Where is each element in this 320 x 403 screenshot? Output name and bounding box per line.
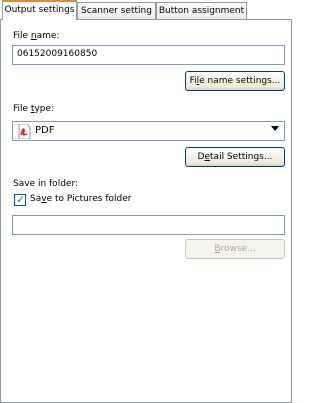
file-type-value: PDF — [35, 125, 55, 136]
save-in-folder-label: Save in folder: — [13, 179, 79, 189]
file-type-label: File type: — [13, 104, 55, 114]
tab-scanner-setting[interactable]: Scanner setting — [77, 2, 156, 19]
tab-output-settings[interactable]: Output settings — [2, 0, 77, 20]
detail-settings-button[interactable]: Detail Settings... — [185, 147, 285, 167]
file-name-settings-button[interactable]: File name settings... — [185, 71, 285, 91]
chevron-down-icon[interactable] — [271, 126, 279, 131]
checkmark-icon: ✓ — [16, 193, 26, 206]
file-type-select[interactable]: PDF — [12, 121, 285, 141]
output-settings-panel: File name: 06152009160850 File name sett… — [0, 19, 292, 403]
browse-button[interactable]: Browse... — [185, 239, 285, 259]
file-name-label: File name: — [13, 31, 60, 41]
tab-strip: Output settings Scanner setting Button a… — [0, 0, 292, 20]
save-to-pictures-label[interactable]: Save to Pictures folder — [30, 194, 131, 204]
save-to-pictures-checkbox[interactable]: ✓ — [14, 193, 26, 206]
pdf-icon — [18, 124, 31, 139]
save-folder-path-input[interactable] — [12, 215, 285, 235]
file-name-input[interactable]: 06152009160850 — [12, 45, 285, 65]
tab-button-assignment[interactable]: Button assignment — [156, 2, 247, 19]
